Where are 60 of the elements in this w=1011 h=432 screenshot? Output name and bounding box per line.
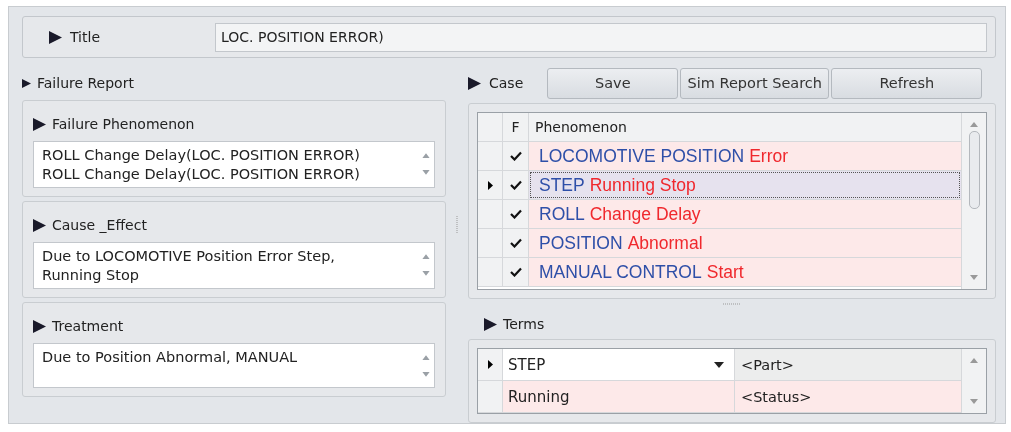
memo-field[interactable]: Due to LOCOMOTIVE Position Error Step, Running Stop bbox=[33, 242, 435, 289]
check-cell[interactable] bbox=[503, 171, 529, 199]
scroll-up-icon[interactable] bbox=[969, 357, 979, 363]
check-cell[interactable] bbox=[503, 258, 529, 286]
memo-field[interactable]: Due to Position Abnormal, MANUAL bbox=[33, 343, 435, 388]
category-cell: <Status> bbox=[735, 381, 961, 412]
row-header-cell[interactable] bbox=[478, 200, 503, 228]
phenomenon-cell[interactable]: ROLL Change Delay bbox=[529, 200, 961, 228]
row-header-cell[interactable] bbox=[478, 381, 503, 412]
group-heading: Failure Phenomenon bbox=[52, 116, 195, 132]
memo-text-line: Due to LOCOMOTIVE Position Error Step, bbox=[42, 247, 336, 266]
splitter-grip-icon[interactable] bbox=[723, 302, 741, 306]
section-heading: Terms bbox=[503, 316, 545, 332]
expand-icon bbox=[22, 78, 31, 88]
phenomenon-cell[interactable]: MANUAL CONTROL Start bbox=[529, 258, 961, 286]
row-header-cell[interactable] bbox=[478, 349, 503, 380]
group-heading: Treatment bbox=[52, 318, 124, 334]
section-heading: Case bbox=[489, 75, 524, 91]
memo-text-line: Due to Position Abnormal, MANUAL bbox=[42, 348, 299, 367]
scroll-up-icon[interactable] bbox=[969, 121, 979, 127]
title-label: Title bbox=[49, 29, 215, 45]
check-icon[interactable] bbox=[509, 238, 522, 248]
phenomenon-cell[interactable]: LOCOMOTIVE POSITION Error bbox=[529, 142, 961, 170]
check-icon[interactable] bbox=[509, 267, 522, 277]
row-header-cell[interactable] bbox=[478, 171, 503, 199]
toolbar-button[interactable]: Save bbox=[547, 67, 679, 99]
scroll-down-icon[interactable] bbox=[969, 399, 979, 405]
phenomenon-cell[interactable]: POSITION Abnormal bbox=[529, 229, 961, 257]
category-cell: <Part> bbox=[735, 349, 961, 380]
group-heading: Cause _Effect bbox=[52, 217, 147, 233]
row-header-cell[interactable] bbox=[478, 229, 503, 257]
check-cell[interactable] bbox=[503, 229, 529, 257]
splitter-grip-icon[interactable] bbox=[455, 215, 459, 234]
check-cell[interactable] bbox=[503, 200, 529, 228]
row-header-cell[interactable] bbox=[478, 142, 503, 170]
check-icon[interactable] bbox=[509, 180, 522, 190]
expand-icon bbox=[33, 218, 46, 232]
scroll-down-icon[interactable] bbox=[969, 275, 979, 281]
check-cell[interactable] bbox=[503, 142, 529, 170]
memo-text-line: ROLL Change Delay(LOC. POSITION ERROR) bbox=[42, 165, 362, 184]
section-heading: Failure Report bbox=[37, 75, 134, 91]
row-header-cell[interactable] bbox=[478, 258, 503, 286]
scrollbar-thumb[interactable] bbox=[968, 131, 980, 209]
expand-icon bbox=[468, 76, 481, 90]
column-header[interactable]: Phenomenon bbox=[529, 113, 961, 141]
expand-icon bbox=[49, 30, 62, 44]
caret-icon[interactable] bbox=[714, 361, 724, 368]
expand-icon bbox=[484, 317, 497, 331]
title-field[interactable]: LOC. POSITION ERROR) bbox=[215, 22, 987, 52]
expand-icon bbox=[33, 319, 46, 333]
memo-text-line: Running Stop bbox=[42, 266, 140, 285]
check-icon[interactable] bbox=[509, 151, 522, 161]
toolbar-button[interactable]: Sim Report Search bbox=[680, 67, 830, 99]
memo-field[interactable]: ROLL Change Delay(LOC. POSITION ERROR) ROLL Change Delay(LOC. POSITION ERROR) bbox=[33, 141, 435, 188]
memo-text-line: ROLL Change Delay(LOC. POSITION ERROR) bbox=[42, 146, 362, 165]
term-cell[interactable]: Running bbox=[503, 381, 735, 412]
toolbar-button[interactable]: Refresh bbox=[831, 67, 983, 99]
check-icon[interactable] bbox=[509, 209, 522, 219]
expand-icon bbox=[33, 117, 46, 131]
phenomenon-cell[interactable]: STEP Running Stop bbox=[529, 171, 961, 199]
